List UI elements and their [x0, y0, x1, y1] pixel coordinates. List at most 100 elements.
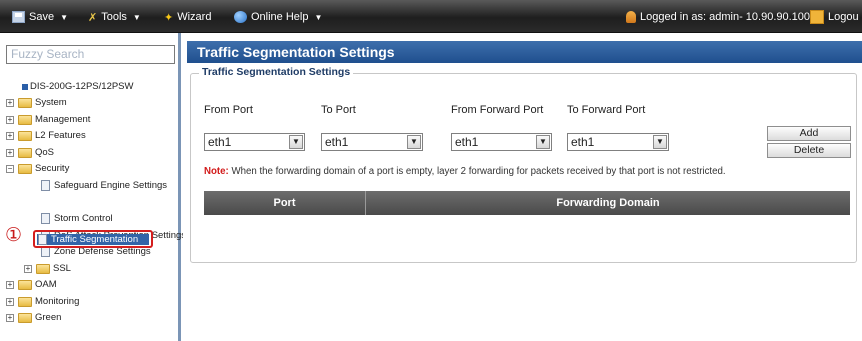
folder-icon — [18, 97, 32, 108]
annotation-marker: ① — [5, 224, 23, 246]
to-forward-port-select[interactable]: eth1 ▼ — [567, 133, 669, 151]
section-legend: Traffic Segmentation Settings — [199, 66, 354, 78]
save-menu[interactable]: Save ▼ — [12, 10, 68, 24]
from-forward-port-select[interactable]: eth1 ▼ — [451, 133, 552, 151]
page-title: Traffic Segmentation Settings — [187, 41, 862, 63]
chevron-down-icon[interactable]: ▼ — [653, 135, 667, 149]
expand-icon[interactable]: + — [6, 148, 14, 157]
chevron-down-icon: ▼ — [314, 12, 323, 22]
tools-label: Tools — [101, 11, 127, 23]
wizard-label: Wizard — [177, 11, 212, 23]
tree-item-storm-control[interactable]: Storm Control — [41, 212, 113, 225]
to-forward-port-value: eth1 — [571, 135, 595, 149]
chevron-down-icon[interactable]: ▼ — [407, 135, 421, 149]
tree-label: Safeguard Engine Settings — [54, 180, 168, 191]
to-port-value: eth1 — [325, 135, 349, 149]
folder-icon — [18, 312, 32, 323]
chevron-down-icon[interactable]: ▼ — [536, 135, 550, 149]
delete-button[interactable]: Delete — [767, 143, 851, 158]
tree-item-qos[interactable]: + QoS — [6, 146, 54, 159]
expand-icon[interactable]: + — [6, 313, 14, 322]
expand-icon[interactable]: + — [6, 280, 14, 289]
table-header: Port Forwarding Domain — [204, 191, 850, 215]
tree-label: Traffic Segmentation — [51, 234, 139, 245]
tree-item-device[interactable]: DIS-200G-12PS/12PSW — [22, 80, 134, 93]
save-icon — [12, 11, 25, 23]
expand-icon[interactable]: + — [6, 297, 14, 306]
note-label: Note: — [204, 166, 229, 177]
expand-icon[interactable]: + — [6, 115, 14, 124]
user-icon — [626, 11, 636, 23]
page-icon — [41, 213, 50, 224]
from-port-select[interactable]: eth1 ▼ — [204, 133, 305, 151]
expand-icon[interactable]: + — [6, 98, 14, 107]
tree-item-traffic-segmentation[interactable]: Traffic Segmentation — [37, 234, 149, 245]
tree-label: Security — [35, 163, 70, 174]
logout-label: Logou — [828, 11, 859, 23]
tree-label: OAM — [35, 279, 57, 290]
note-text: Note: When the forwarding domain of a po… — [204, 166, 726, 177]
tree-item-green[interactable]: + Green — [6, 311, 61, 324]
tree-label: System — [35, 97, 67, 108]
search-input[interactable]: Fuzzy Search — [6, 45, 175, 64]
tree-label: L2 Features — [35, 130, 86, 141]
login-status: Logged in as: admin- 10.90.90.100 — [626, 10, 810, 24]
from-forward-port-value: eth1 — [455, 135, 479, 149]
chevron-down-icon[interactable]: ▼ — [289, 135, 303, 149]
collapse-icon[interactable]: − — [6, 164, 14, 173]
expand-icon[interactable]: + — [6, 131, 14, 140]
tree-label: Green — [35, 312, 62, 323]
folder-icon — [18, 130, 32, 141]
logout-icon — [810, 10, 824, 24]
folder-open-icon — [18, 163, 32, 174]
page-icon — [38, 234, 47, 245]
login-text: Logged in as: admin- 10.90.90.100 — [640, 11, 811, 23]
tree-item-monitoring[interactable]: + Monitoring — [6, 295, 79, 308]
from-forward-port-label: From Forward Port — [451, 104, 544, 116]
to-port-label: To Port — [321, 104, 356, 116]
tree-item-ssl[interactable]: + SSL — [24, 262, 71, 275]
page-icon — [41, 180, 50, 191]
tree-label: Storm Control — [54, 213, 113, 224]
device-icon — [22, 83, 28, 90]
tree-item-l2-features[interactable]: + L2 Features — [6, 129, 86, 142]
expand-icon[interactable]: + — [24, 264, 32, 273]
sidebar: Fuzzy Search DIS-200G-12PS/12PSW + Syste… — [0, 33, 186, 341]
tree-label: QoS — [35, 147, 55, 158]
folder-icon — [18, 279, 32, 290]
tree-label: SSL — [53, 263, 71, 274]
to-port-select[interactable]: eth1 ▼ — [321, 133, 423, 151]
main-content: Traffic Segmentation Settings Traffic Se… — [183, 33, 862, 341]
help-icon — [234, 11, 247, 23]
folder-icon — [18, 296, 32, 307]
add-button[interactable]: Add — [767, 126, 851, 141]
online-help-menu[interactable]: Online Help ▼ — [234, 10, 322, 24]
logout-button[interactable]: Logou — [810, 10, 859, 24]
tree-item-management[interactable]: + Management — [6, 113, 90, 126]
from-port-label: From Port — [204, 104, 253, 116]
to-forward-port-label: To Forward Port — [567, 104, 646, 116]
tools-icon: ✗ — [88, 12, 98, 24]
wizard-icon: ✦ — [164, 12, 174, 24]
online-help-label: Online Help — [251, 11, 309, 23]
column-header-port: Port — [204, 191, 366, 215]
chevron-down-icon: ▼ — [132, 12, 141, 22]
folder-icon — [18, 114, 32, 125]
column-header-forwarding-domain: Forwarding Domain — [556, 197, 660, 209]
tree-label: Management — [35, 114, 91, 125]
note-body: When the forwarding domain of a port is … — [228, 166, 726, 177]
tree-item-security[interactable]: − Security — [6, 162, 69, 175]
folder-icon — [36, 263, 50, 274]
tree-label: Monitoring — [35, 296, 80, 307]
tree-item-safeguard[interactable]: Safeguard Engine Settings — [41, 179, 167, 192]
wizard-button[interactable]: ✦ Wizard — [164, 10, 211, 24]
chevron-down-icon: ▼ — [60, 12, 68, 22]
from-port-value: eth1 — [208, 135, 232, 149]
folder-icon — [18, 147, 32, 158]
tree-item-oam[interactable]: + OAM — [6, 278, 57, 291]
tree-item-system[interactable]: + System — [6, 96, 67, 109]
top-toolbar: Save ▼ ✗ Tools ▼ ✦ Wizard Online Help ▼ … — [0, 0, 862, 33]
save-label: Save — [29, 11, 55, 23]
tools-menu[interactable]: ✗ Tools ▼ — [88, 10, 141, 24]
device-label: DIS-200G-12PS/12PSW — [30, 81, 134, 92]
